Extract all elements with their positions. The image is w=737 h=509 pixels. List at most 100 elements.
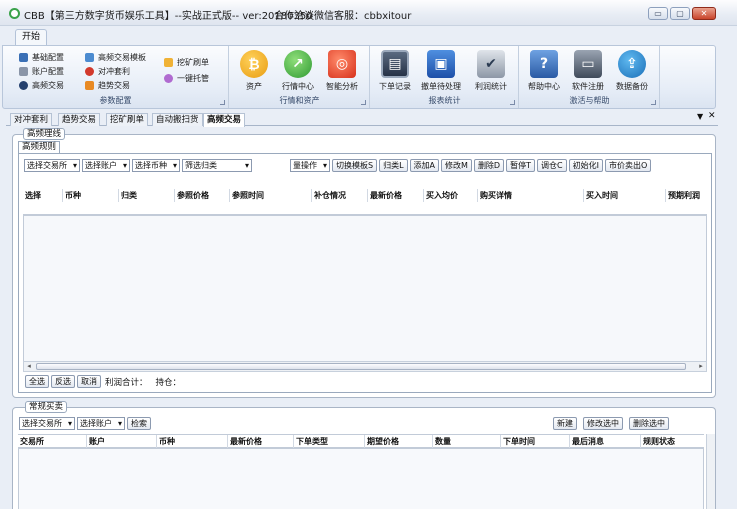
mining-button[interactable]: 挖矿刷单 xyxy=(164,56,209,69)
scroll-right-icon[interactable]: ▸ xyxy=(696,362,706,371)
regular-vscrollbar[interactable] xyxy=(706,434,715,509)
close-button[interactable]: ✕ xyxy=(692,7,716,20)
rebalance-button[interactable]: 调仓C xyxy=(537,159,567,172)
market-center-button[interactable]: ↗ 行情中心 xyxy=(278,50,318,92)
ribbon-tab-start[interactable]: 开始 xyxy=(15,29,47,45)
col-order-type[interactable]: 下单类型 xyxy=(294,434,365,448)
contact-text: 合作洽谈微信客服：cbbxitour xyxy=(274,11,412,22)
user-icon xyxy=(19,67,28,76)
select-all-button[interactable]: 全选 xyxy=(25,375,49,388)
col-expected-price[interactable]: 期望价格 xyxy=(365,434,433,448)
classify-button[interactable]: 归类L xyxy=(379,159,408,172)
regular-actions: 新建 修改选中 删除选中 xyxy=(553,417,671,430)
hf-legend: 高频理线 xyxy=(23,128,66,140)
col-avg-buy[interactable]: 买入均价 xyxy=(424,189,478,202)
regular-toolbar: 选择交易所 选择账户 检索 xyxy=(19,417,153,430)
dialog-launcher-icon[interactable] xyxy=(651,100,656,105)
tab-hedge[interactable]: 对冲套利 xyxy=(10,113,53,126)
initialize-button[interactable]: 初始化I xyxy=(568,159,603,172)
col-coin[interactable]: 币种 xyxy=(157,434,228,448)
help-people-icon: ? xyxy=(530,50,558,78)
tab-trend[interactable]: 趋势交易 xyxy=(58,113,101,126)
hf-toolbar: 选择交易所 选择账户 选择币种 筛选归类 量操作 切换模板S 归类L 添加A 修… xyxy=(24,159,653,172)
folder-icon: ▣ xyxy=(427,50,455,78)
col-quantity[interactable]: 数量 xyxy=(433,434,501,448)
cancel-select-button[interactable]: 取消 xyxy=(77,375,101,388)
hf-hscrollbar[interactable]: ◂ ▸ xyxy=(23,361,707,372)
col-buy-detail[interactable]: 购买详情 xyxy=(478,189,584,202)
exchange-select[interactable]: 选择交易所 xyxy=(24,159,80,172)
scroll-thumb[interactable] xyxy=(36,363,686,370)
trend-trade-button[interactable]: 趋势交易 xyxy=(85,79,130,92)
invert-select-button[interactable]: 反选 xyxy=(51,375,75,388)
smart-analysis-button[interactable]: ◎ 智能分析 xyxy=(322,50,362,92)
dialog-launcher-icon[interactable] xyxy=(361,100,366,105)
edit-button[interactable]: 修改M xyxy=(441,159,472,172)
col-buy-time[interactable]: 买入时间 xyxy=(584,189,666,202)
col-account[interactable]: 账户 xyxy=(87,434,157,448)
col-last-message[interactable]: 最后消息 xyxy=(570,434,641,448)
col-expected-profit[interactable]: 预期利润 xyxy=(666,189,707,202)
dropdown-icon[interactable]: ▼ xyxy=(697,112,703,121)
tab-hf-rules[interactable]: 高频规则 xyxy=(18,141,61,153)
category-select[interactable]: 筛选归类 xyxy=(182,159,252,172)
pause-button[interactable]: 暂停T xyxy=(506,159,535,172)
regular-account-select[interactable]: 选择账户 xyxy=(77,417,125,430)
maximize-button[interactable]: ▢ xyxy=(670,7,690,20)
basic-config-button[interactable]: 基础配置 xyxy=(19,51,64,64)
close-tab-icon[interactable]: ✕ xyxy=(708,111,716,121)
col-coin[interactable]: 币种 xyxy=(63,189,119,202)
ribbon: 基础配置 账户配置 高频交易 高频交易模板 对冲套利 趋势交易 挖矿刷单 一键托… xyxy=(2,45,716,109)
profit-total-label: 利润合计： xyxy=(105,377,148,388)
regular-exchange-select[interactable]: 选择交易所 xyxy=(19,417,75,430)
one-click-host-button[interactable]: 一键托管 xyxy=(164,72,209,85)
account-select[interactable]: 选择账户 xyxy=(82,159,130,172)
dialog-launcher-icon[interactable] xyxy=(220,100,225,105)
group-help: ? 帮助中心 ▭ 软件注册 ⇪ 数据备份 激活与帮助 xyxy=(520,46,660,108)
col-category[interactable]: 归类 xyxy=(119,189,175,202)
delete-button[interactable]: 删除D xyxy=(473,159,505,172)
col-latest-price[interactable]: 最新价格 xyxy=(228,434,294,448)
hf-template-button[interactable]: 高频交易模板 xyxy=(85,51,146,64)
tab-auto-sweep[interactable]: 自动搬扫货 xyxy=(152,113,203,126)
col-replenish[interactable]: 补仓情况 xyxy=(312,189,368,202)
col-ref-time[interactable]: 参照时间 xyxy=(230,189,312,202)
add-button[interactable]: 添加A xyxy=(409,159,440,172)
tab-hf-trade[interactable]: 高频交易 xyxy=(203,113,246,127)
group-market: ₿ 资产 ↗ 行情中心 ◎ 智能分析 行情和资产 xyxy=(230,46,370,108)
register-button[interactable]: ▭ 软件注册 xyxy=(568,50,608,92)
delete-selected-button[interactable]: 删除选中 xyxy=(629,417,669,430)
col-ref-price[interactable]: 参照价格 xyxy=(175,189,230,202)
search-button[interactable]: 检索 xyxy=(127,417,151,430)
coin-select[interactable]: 选择币种 xyxy=(132,159,180,172)
market-sell-button[interactable]: 市价卖出O xyxy=(604,159,652,172)
hf-trade-button[interactable]: 高频交易 xyxy=(19,79,64,92)
hedge-arbitrage-button[interactable]: 对冲套利 xyxy=(85,65,130,78)
hedge-icon xyxy=(85,67,94,76)
col-select[interactable]: 选择 xyxy=(23,189,63,202)
edit-selected-button[interactable]: 修改选中 xyxy=(583,417,623,430)
data-backup-button[interactable]: ⇪ 数据备份 xyxy=(612,50,652,92)
cancel-pending-button[interactable]: ▣ 撤单待处理 xyxy=(421,50,461,92)
app-window: CBB【第三方数字货币娱乐工具】--实战正式版-- ver:20180350 合… xyxy=(0,0,737,509)
group-label-help: 激活与帮助 xyxy=(569,96,610,105)
profit-stats-button[interactable]: ✔ 利润统计 xyxy=(471,50,511,92)
scroll-left-icon[interactable]: ◂ xyxy=(24,362,34,371)
col-rule-status[interactable]: 规则状态 xyxy=(641,435,704,448)
hf-footer: 全选 反选 取消 利润合计： 持仓： xyxy=(25,375,181,388)
new-button[interactable]: 新建 xyxy=(553,417,577,430)
assets-button[interactable]: ₿ 资产 xyxy=(234,50,274,92)
dialog-launcher-icon[interactable] xyxy=(510,100,515,105)
col-latest-price[interactable]: 最新价格 xyxy=(368,189,424,202)
tab-mining[interactable]: 挖矿刷单 xyxy=(106,113,149,126)
order-record-button[interactable]: ▤ 下单记录 xyxy=(375,50,415,92)
switch-template-button[interactable]: 切换模板S xyxy=(332,159,378,172)
regular-grid-header: 交易所 账户 币种 最新价格 下单类型 期望价格 数量 下单时间 最后消息 规则… xyxy=(18,434,704,448)
minimize-button[interactable]: ▭ xyxy=(648,7,668,20)
account-config-button[interactable]: 账户配置 xyxy=(19,65,64,78)
batch-operation-select[interactable]: 量操作 xyxy=(290,159,330,172)
help-center-button[interactable]: ? 帮助中心 xyxy=(524,50,564,92)
group-params: 基础配置 账户配置 高频交易 高频交易模板 对冲套利 趋势交易 挖矿刷单 一键托… xyxy=(3,46,229,108)
col-exchange[interactable]: 交易所 xyxy=(18,434,87,448)
col-order-time[interactable]: 下单时间 xyxy=(501,434,570,448)
